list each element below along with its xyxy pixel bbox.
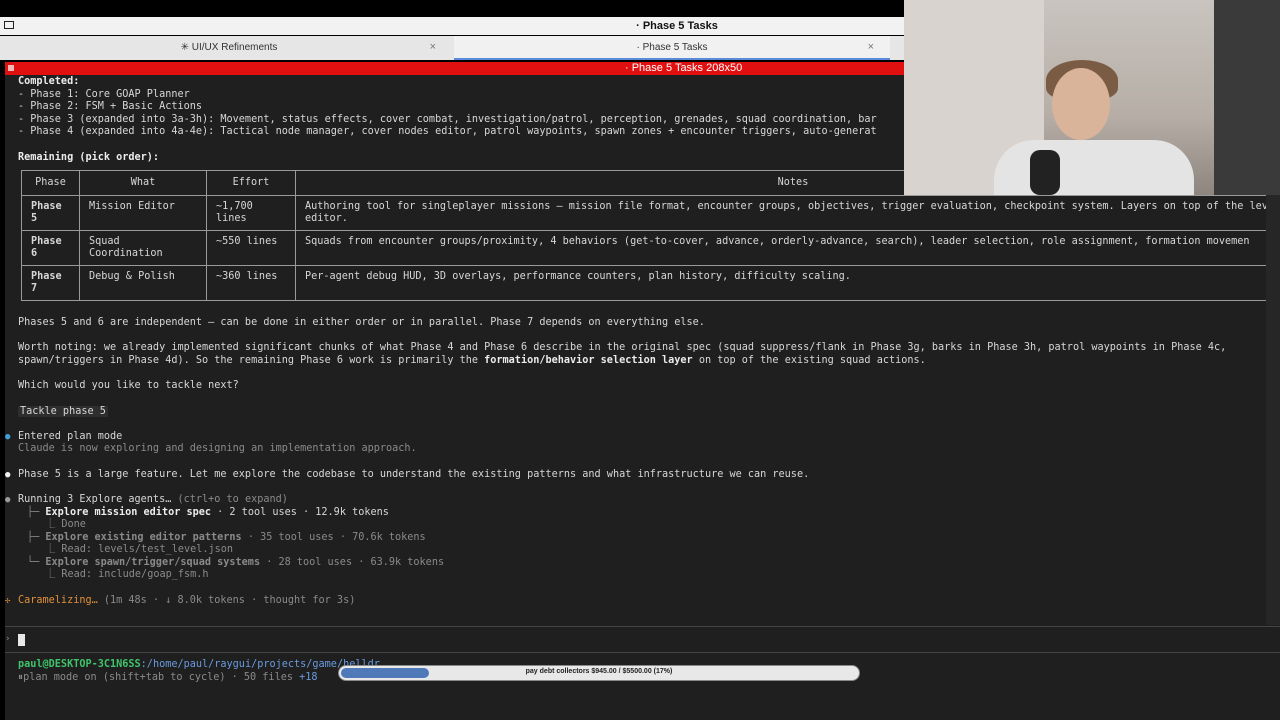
status-dot-icon: ● xyxy=(5,495,11,505)
status-line-mode: ⏸plan mode on (shift+tab to cycle) · 50 … xyxy=(18,672,318,684)
worth-text: spawn/triggers in Phase 4d). So the rema… xyxy=(18,355,485,366)
table-cell: Phase 7 xyxy=(21,265,80,301)
table-cell: Per-agent debug HUD, 3D overlays, perfor… xyxy=(295,265,1280,301)
worth-bold-text: formation/behavior selection layer xyxy=(484,355,693,366)
agent-row[interactable]: ├─ Explore mission editor spec · 2 tool … xyxy=(27,507,389,519)
table-cell: Mission Editor xyxy=(79,195,207,231)
user-host: paul@DESKTOP-3C1N6SS xyxy=(18,659,141,670)
tree-branch-icon: ⎿ xyxy=(45,569,62,580)
agent-stats: · 2 tool uses · 12.9k tokens xyxy=(211,507,389,518)
close-icon[interactable]: × xyxy=(430,41,436,53)
agent-sub: ⎿ Read: levels/test_level.json xyxy=(45,544,234,555)
mode-extra: +18 xyxy=(299,672,318,683)
tab-ui-ux-refinements[interactable]: ✳ UI/UX Refinements × xyxy=(6,36,452,60)
running-agents-line: Running 3 Explore agents… (ctrl+o to exp… xyxy=(18,494,288,506)
running-text: Running 3 Explore agents… xyxy=(18,494,172,505)
tab-label: · Phase 5 Tasks xyxy=(636,42,708,53)
table-cell: Squad Coordination xyxy=(79,230,207,266)
completed-heading: Completed: xyxy=(18,76,80,87)
window-title: · Phase 5 Tasks xyxy=(636,20,718,32)
terminal-icon xyxy=(8,65,14,71)
status-dot-icon: ● xyxy=(5,432,11,442)
remaining-heading: Remaining (pick order): xyxy=(18,152,160,163)
table-row: Phase 5 Mission Editor ~1,700 lines Auth… xyxy=(21,195,1280,231)
agent-sub: ⎿ Read: include/goap_fsm.h xyxy=(45,569,209,580)
agent-row[interactable]: └─ Explore spawn/trigger/squad systems ·… xyxy=(27,557,444,569)
independence-note: Phases 5 and 6 are independent — can be … xyxy=(18,317,705,328)
user-message: Tackle phase 5 xyxy=(18,406,108,418)
spinner-word: Caramelizing… xyxy=(18,595,98,606)
agent-name: Explore existing editor patterns xyxy=(45,532,242,543)
completed-item: - Phase 3 (expanded into 3a-3h): Movemen… xyxy=(18,114,877,125)
window-titlebar: · Phase 5 Tasks xyxy=(0,17,904,35)
table-cell: ~550 lines xyxy=(206,230,296,266)
scrollbar[interactable] xyxy=(1266,195,1280,625)
progress-overlay: pay debt collectors $945.00 / $5500.00 (… xyxy=(338,665,860,681)
tree-branch-icon: ⎿ xyxy=(45,519,62,530)
spinner-line: Caramelizing… (1m 48s · ↓ 8.0k tokens · … xyxy=(18,595,355,607)
webcam-overlay xyxy=(904,0,1280,195)
agent-stats: · 28 tool uses · 63.9k tokens xyxy=(260,557,445,568)
table-cell: Phase 6 xyxy=(21,230,80,266)
agent-name: Explore mission editor spec xyxy=(45,507,212,518)
expand-hint: (ctrl+o to expand) xyxy=(171,494,288,505)
agent-stats: · 35 tool uses · 70.6k tokens xyxy=(241,532,426,543)
progress-label: pay debt collectors $945.00 / $5500.00 (… xyxy=(525,668,673,675)
worth-noting-line: Worth noting: we already implemented sig… xyxy=(18,342,1227,353)
large-feature-line: Phase 5 is a large feature. Let me explo… xyxy=(18,469,810,480)
mode-text: plan mode on (shift+tab to cycle) · 50 f… xyxy=(23,672,300,683)
table-cell: Authoring tool for singleplayer missions… xyxy=(295,195,1280,231)
agent-row[interactable]: ├─ Explore existing editor patterns · 35… xyxy=(27,532,426,544)
table-cell: Debug & Polish xyxy=(79,265,207,301)
user-message-text: Tackle phase 5 xyxy=(18,406,108,417)
column-header: Effort xyxy=(206,170,296,196)
worth-text: on top of the existing squad actions. xyxy=(692,355,926,366)
status-dot-icon: ● xyxy=(5,470,11,480)
table-cell: ~360 lines xyxy=(206,265,296,301)
table-row: Phase 7 Debug & Polish ~360 lines Per-ag… xyxy=(21,265,1280,301)
tab-bar: ✳ UI/UX Refinements × · Phase 5 Tasks × xyxy=(0,36,904,60)
question-line: Which would you like to tackle next? xyxy=(18,380,239,391)
plan-mode-sub: Claude is now exploring and designing an… xyxy=(18,443,417,454)
column-header: What xyxy=(79,170,207,196)
completed-item: - Phase 1: Core GOAP Planner xyxy=(18,89,190,100)
table-cell: ~1,700 lines xyxy=(206,195,296,231)
spinner-icon: ✢ xyxy=(5,596,11,606)
plan-mode-line: Entered plan mode xyxy=(18,431,123,442)
microphone-icon xyxy=(1030,150,1060,195)
worth-noting-line: spawn/triggers in Phase 4d). So the rema… xyxy=(18,355,926,367)
tab-label: ✳ UI/UX Refinements xyxy=(180,42,278,53)
prompt-divider xyxy=(5,626,1280,627)
close-icon[interactable]: × xyxy=(868,41,874,53)
column-header: Phase xyxy=(21,170,80,196)
table-cell: Phase 5 xyxy=(21,195,80,231)
tab-phase-5-tasks[interactable]: · Phase 5 Tasks × xyxy=(454,36,890,60)
terminal-title-bar: · Phase 5 Tasks 208x50 xyxy=(5,62,904,75)
terminal-title: · Phase 5 Tasks 208x50 xyxy=(625,62,743,74)
table-row: Phase 6 Squad Coordination ~550 lines Sq… xyxy=(21,230,1280,266)
spinner-detail: (1m 48s · ↓ 8.0k tokens · thought for 3s… xyxy=(97,595,356,606)
agent-sub: ⎿ Done xyxy=(45,519,86,530)
agent-name: Explore spawn/trigger/squad systems xyxy=(45,557,261,568)
prompt-chevron-icon: › xyxy=(5,634,11,644)
completed-item: - Phase 2: FSM + Basic Actions xyxy=(18,101,203,112)
completed-item: - Phase 4 (expanded into 4a-4e): Tactica… xyxy=(18,126,877,137)
tree-branch-icon: ⎿ xyxy=(45,544,62,555)
table-cell: Squads from encounter groups/proximity, … xyxy=(295,230,1280,266)
text-cursor[interactable] xyxy=(18,634,25,646)
prompt-divider xyxy=(5,652,1280,653)
status-line-path: paul@DESKTOP-3C1N6SS:/home/paul/raygui/p… xyxy=(18,659,380,671)
